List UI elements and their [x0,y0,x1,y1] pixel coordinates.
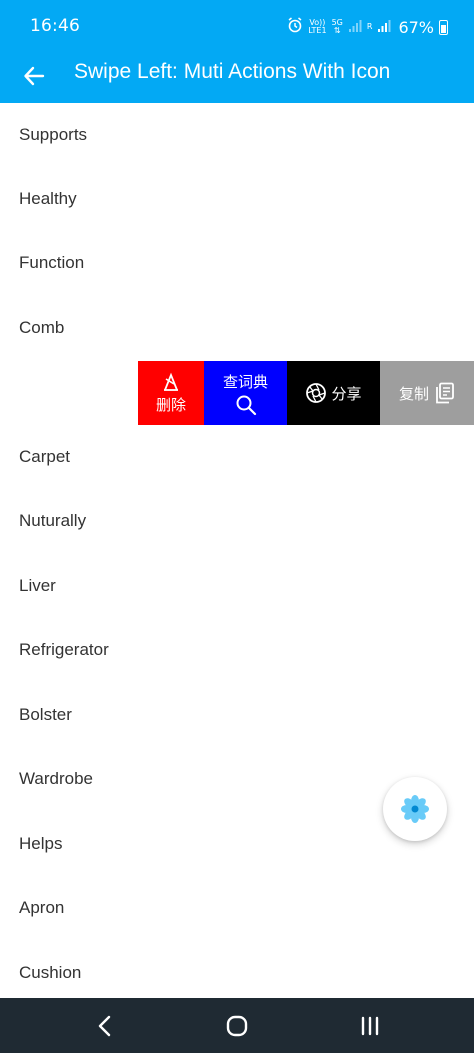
list-item-label: Helps [19,834,63,853]
list-item[interactable]: Bolster [0,684,474,748]
list-item[interactable]: Liver [0,555,474,619]
top-bar: 16:46 Vo)) LTE1 5G ⇅ R 67% Swipe Left: M… [0,0,474,103]
list-item[interactable]: Cushion [0,942,474,998]
share-action-label: 分享 [331,384,362,403]
delete-action-button[interactable]: 删除 [138,361,204,425]
item-list: Supports Healthy Function Comb Carpet Nu… [0,103,474,998]
list-item[interactable]: Function [0,232,474,296]
delete-action-label: 删除 [155,395,186,414]
recents-icon [361,1016,379,1036]
list-item-label: Refrigerator [19,640,109,659]
list-item[interactable]: Refrigerator [0,619,474,683]
network-type: 5G [331,18,343,27]
volte-indicator: Vo)) LTE1 [308,19,326,35]
list-item-label: Wardrobe [19,769,94,788]
app-bar: Swipe Left: Muti Actions With Icon [0,54,474,103]
list-item-label: Function [19,253,85,272]
dictionary-action-label: 查词典 [222,372,268,391]
list-item[interactable]: Comb [0,297,474,361]
list-item[interactable]: Nuturally [0,490,474,554]
copy-action-button[interactable]: 复制 [380,361,474,425]
fab-button[interactable] [383,777,447,841]
status-time: 16:46 [30,16,80,36]
signal-icon-2 [377,18,391,37]
list-item-label: Carpet [19,447,71,466]
nav-home-button[interactable] [212,1008,262,1044]
list-item-label: Nuturally [19,511,87,530]
back-button[interactable] [14,58,54,94]
list-item-label: Bolster [19,705,72,724]
nav-recents-button[interactable] [345,1008,395,1044]
list-item[interactable]: Carpet [0,426,474,490]
copy-icon [436,382,454,404]
screen: 16:46 Vo)) LTE1 5G ⇅ R 67% Swipe Left: M… [0,0,474,1053]
nav-back-button[interactable] [80,1008,130,1044]
battery-icon [439,19,448,35]
swipe-action-menu: 删除 查词典 分享 复制 [138,361,474,425]
alarm-icon [287,17,303,37]
share-action-button[interactable]: 分享 [287,361,380,425]
search-icon [236,395,256,415]
list-item-label: Supports [19,125,88,144]
flower-icon [401,795,429,823]
signal-icon-1 [348,18,362,37]
delete-icon [164,372,178,391]
arrow-back-icon [24,66,45,86]
status-icons: Vo)) LTE1 5G ⇅ R 67% [287,14,448,40]
network-indicator: 5G ⇅ [331,18,343,35]
page-title: Swipe Left: Muti Actions With Icon [74,60,391,83]
volte-bottom: LTE1 [308,26,327,35]
status-bar: 16:46 Vo)) LTE1 5G ⇅ R 67% [0,0,474,54]
list-item-label: Liver [19,576,56,595]
list-item-label: Comb [19,318,65,337]
list-item-label: Apron [19,898,65,917]
list-item[interactable]: Healthy [0,168,474,232]
dictionary-action-button[interactable]: 查词典 [204,361,287,425]
copy-action-label: 复制 [398,384,429,403]
chevron-left-icon [98,1015,111,1037]
battery-percent: 67% [398,17,434,37]
share-aperture-icon [306,383,327,403]
list-item-label: Healthy [19,189,77,208]
roaming-indicator: R [366,22,373,31]
list-item[interactable]: Supports [0,104,474,168]
home-circle-icon [226,1015,248,1037]
list-item[interactable]: Apron [0,877,474,941]
navigation-bar [0,998,474,1053]
list-item-label: Cushion [19,963,82,982]
